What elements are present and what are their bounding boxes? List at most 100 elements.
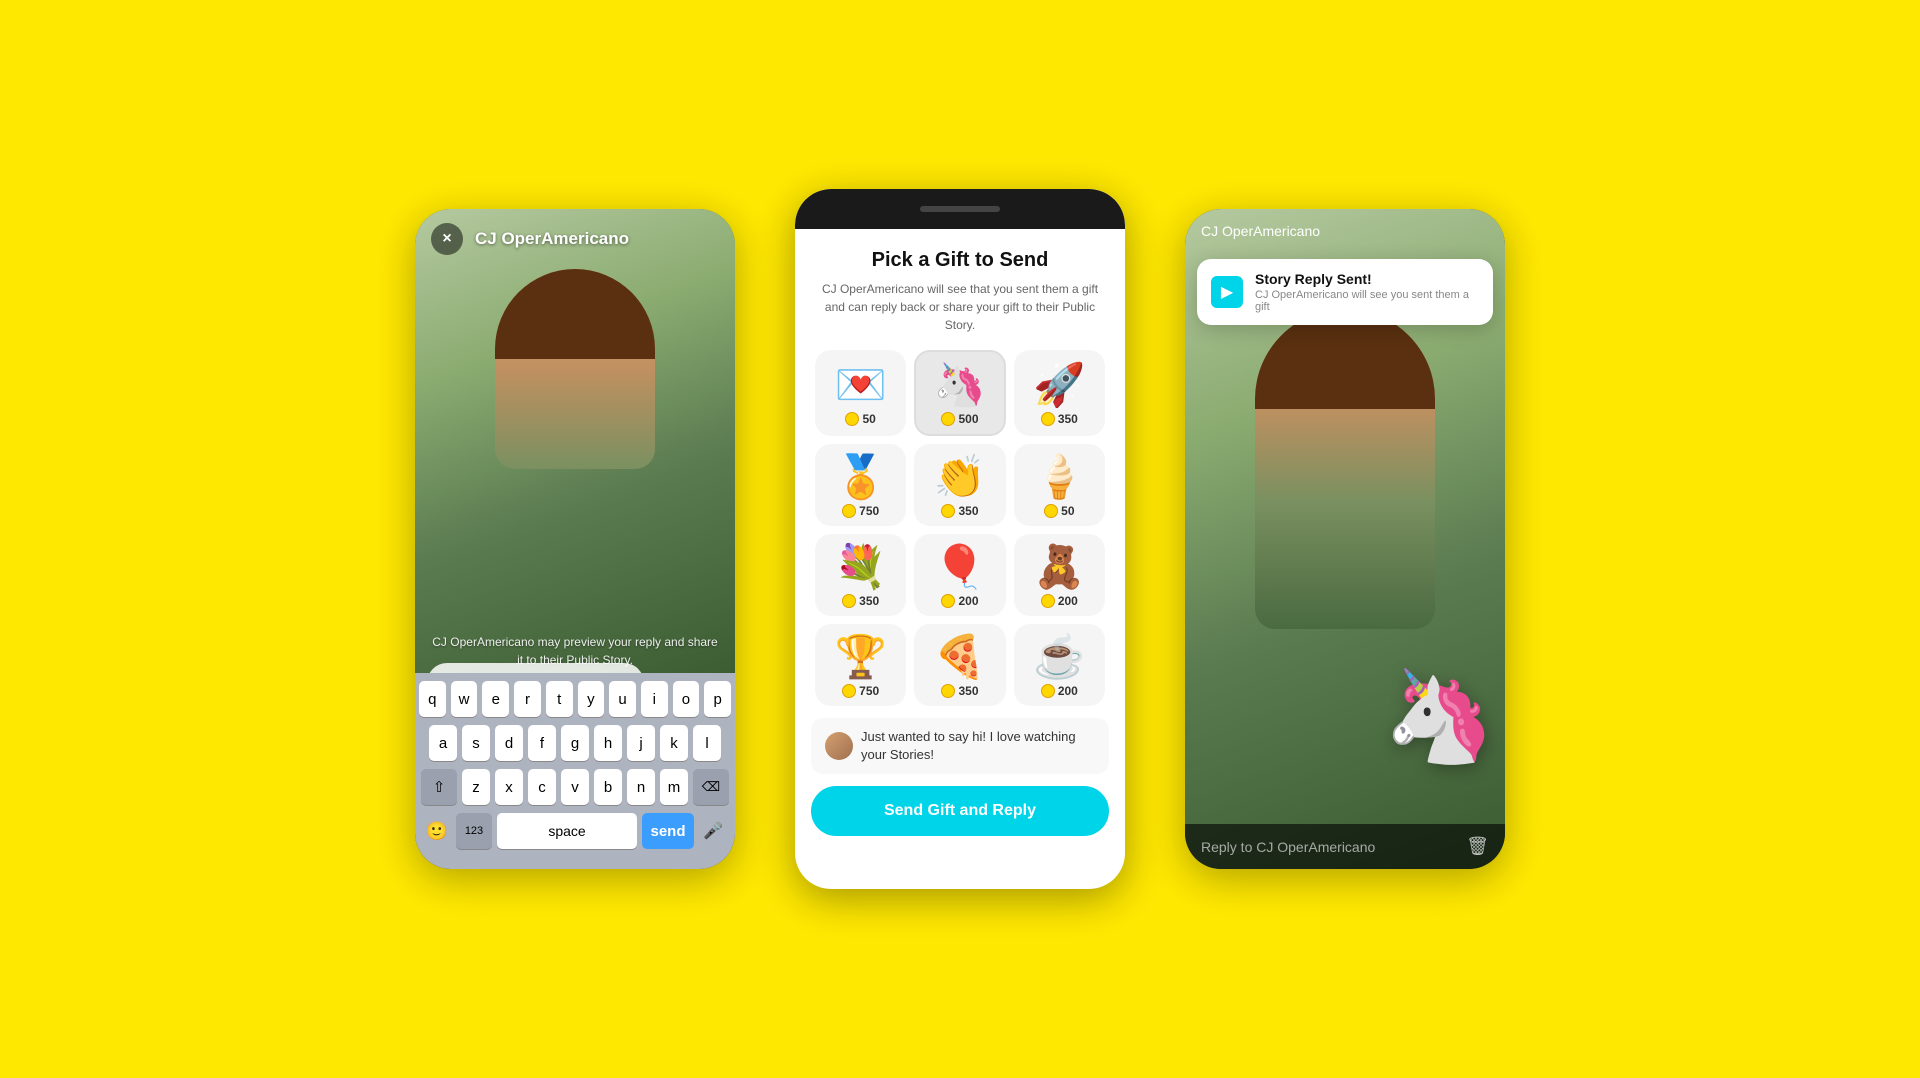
- phone-1: × CJ OperAmericano CJ OperAmericano may …: [415, 209, 735, 869]
- coin-icon-12: [1041, 684, 1055, 698]
- coin-icon-4: [842, 504, 856, 518]
- username-label: CJ OperAmericano: [475, 229, 629, 249]
- gift-emoji-rocket: 🚀: [1033, 364, 1085, 406]
- key-i[interactable]: i: [641, 681, 668, 717]
- cost-value-5: 350: [958, 504, 978, 518]
- key-f[interactable]: f: [528, 725, 556, 761]
- gift-cost-5: 350: [941, 504, 978, 518]
- gift-cost-3: 350: [1041, 412, 1078, 426]
- gifts-grid: 💌 50 🦄 500 🚀 350: [815, 350, 1105, 706]
- gift-emoji-balloon: 🎈: [934, 546, 986, 588]
- gift-cell-trophy[interactable]: 🏆 750: [815, 624, 906, 706]
- key-s[interactable]: s: [462, 725, 490, 761]
- gift-cost-6: 50: [1044, 504, 1074, 518]
- snapchat-icon: ▶: [1211, 276, 1243, 308]
- key-o[interactable]: o: [673, 681, 700, 717]
- gift-cell-icecream[interactable]: 🍦 50: [1014, 444, 1105, 526]
- key-h[interactable]: h: [594, 725, 622, 761]
- key-k[interactable]: k: [660, 725, 688, 761]
- notification-title: Story Reply Sent!: [1255, 271, 1479, 287]
- coin-icon-5: [941, 504, 955, 518]
- status-pill: [920, 206, 1000, 212]
- gift-cell-pizza[interactable]: 🍕 350: [914, 624, 1005, 706]
- key-m[interactable]: m: [660, 769, 688, 805]
- cost-value-11: 350: [958, 684, 978, 698]
- delete-key[interactable]: ⌫: [693, 769, 729, 805]
- key-z[interactable]: z: [462, 769, 490, 805]
- gift-cell-vip[interactable]: 🏅 750: [815, 444, 906, 526]
- phone3-username: CJ OperAmericano: [1201, 223, 1320, 239]
- coin-icon-6: [1044, 504, 1058, 518]
- cost-value-10: 750: [859, 684, 879, 698]
- gift-cell-rocket[interactable]: 🚀 350: [1014, 350, 1105, 436]
- coin-icon-2: [941, 412, 955, 426]
- key-p[interactable]: p: [704, 681, 731, 717]
- gift-cell-flowers[interactable]: 💐 350: [815, 534, 906, 616]
- key-j[interactable]: j: [627, 725, 655, 761]
- cost-value-9: 200: [1058, 594, 1078, 608]
- cost-value-6: 50: [1061, 504, 1074, 518]
- gift-cost-12: 200: [1041, 684, 1078, 698]
- coin-icon: [845, 412, 859, 426]
- send-key[interactable]: send: [642, 813, 694, 849]
- snap-arrow-icon: ▶: [1221, 282, 1233, 302]
- key-b[interactable]: b: [594, 769, 622, 805]
- key-e[interactable]: e: [482, 681, 509, 717]
- gift-emoji-unicorn: 🦄: [934, 364, 986, 406]
- phone2-content: Pick a Gift to Send CJ OperAmericano wil…: [795, 229, 1125, 718]
- gift-cost-9: 200: [1041, 594, 1078, 608]
- gift-cell-bear[interactable]: 🧸 200: [1014, 534, 1105, 616]
- key-t[interactable]: t: [546, 681, 573, 717]
- key-u[interactable]: u: [609, 681, 636, 717]
- gift-cost-7: 350: [842, 594, 879, 608]
- key-r[interactable]: r: [514, 681, 541, 717]
- keyboard-row-2: a s d f g h j k l: [419, 725, 731, 761]
- gift-emoji-clap: 👏: [934, 456, 986, 498]
- phone1-header: × CJ OperAmericano: [415, 209, 735, 265]
- coin-icon-7: [842, 594, 856, 608]
- coin-icon-8: [941, 594, 955, 608]
- gift-cell-clap[interactable]: 👏 350: [914, 444, 1005, 526]
- key-g[interactable]: g: [561, 725, 589, 761]
- key-n[interactable]: n: [627, 769, 655, 805]
- shift-key[interactable]: ⇧: [421, 769, 457, 805]
- cost-value-7: 350: [859, 594, 879, 608]
- key-c[interactable]: c: [528, 769, 556, 805]
- unicorn-gift-overlay: 🦄: [1383, 664, 1495, 769]
- gift-cost-4: 750: [842, 504, 879, 518]
- gift-emoji-flowers: 💐: [835, 546, 887, 588]
- phone-3: CJ OperAmericano ▶ Story Reply Sent! CJ …: [1185, 209, 1505, 869]
- key-q[interactable]: q: [419, 681, 446, 717]
- key-x[interactable]: x: [495, 769, 523, 805]
- pick-gift-subtitle: CJ OperAmericano will see that you sent …: [815, 280, 1105, 334]
- gift-cost-8: 200: [941, 594, 978, 608]
- emoji-key[interactable]: 🙂: [423, 813, 451, 849]
- keyboard-row-1: q w e r t y u i o p: [419, 681, 731, 717]
- gift-cell-unicorn[interactable]: 🦄 500: [914, 350, 1005, 436]
- close-button[interactable]: ×: [431, 223, 463, 255]
- cost-value-12: 200: [1058, 684, 1078, 698]
- phone2-bottom: Just wanted to say hi! I love watching y…: [795, 718, 1125, 852]
- coin-icon-3: [1041, 412, 1055, 426]
- cost-value-1: 50: [862, 412, 875, 426]
- gift-cost-1: 50: [845, 412, 875, 426]
- key-w[interactable]: w: [451, 681, 478, 717]
- key-v[interactable]: v: [561, 769, 589, 805]
- reply-text: Just wanted to say hi! I love watching y…: [861, 728, 1095, 764]
- mic-key[interactable]: 🎤: [699, 813, 727, 849]
- delete-icon[interactable]: 🗑: [1466, 836, 1489, 857]
- reply-input[interactable]: Reply to CJ OperAmericano: [1201, 839, 1456, 855]
- space-key[interactable]: space: [497, 813, 637, 849]
- gift-cell-heart-letter[interactable]: 💌 50: [815, 350, 906, 436]
- key-a[interactable]: a: [429, 725, 457, 761]
- gift-cell-coffee[interactable]: ☕ 200: [1014, 624, 1105, 706]
- cost-value-4: 750: [859, 504, 879, 518]
- key-l[interactable]: l: [693, 725, 721, 761]
- send-gift-reply-button[interactable]: Send Gift and Reply: [811, 786, 1109, 836]
- reply-avatar: [825, 732, 853, 760]
- key-d[interactable]: d: [495, 725, 523, 761]
- gift-cell-balloon[interactable]: 🎈 200: [914, 534, 1005, 616]
- key-y[interactable]: y: [578, 681, 605, 717]
- gift-cost-2: 500: [941, 412, 978, 426]
- numbers-key[interactable]: 123: [456, 813, 492, 849]
